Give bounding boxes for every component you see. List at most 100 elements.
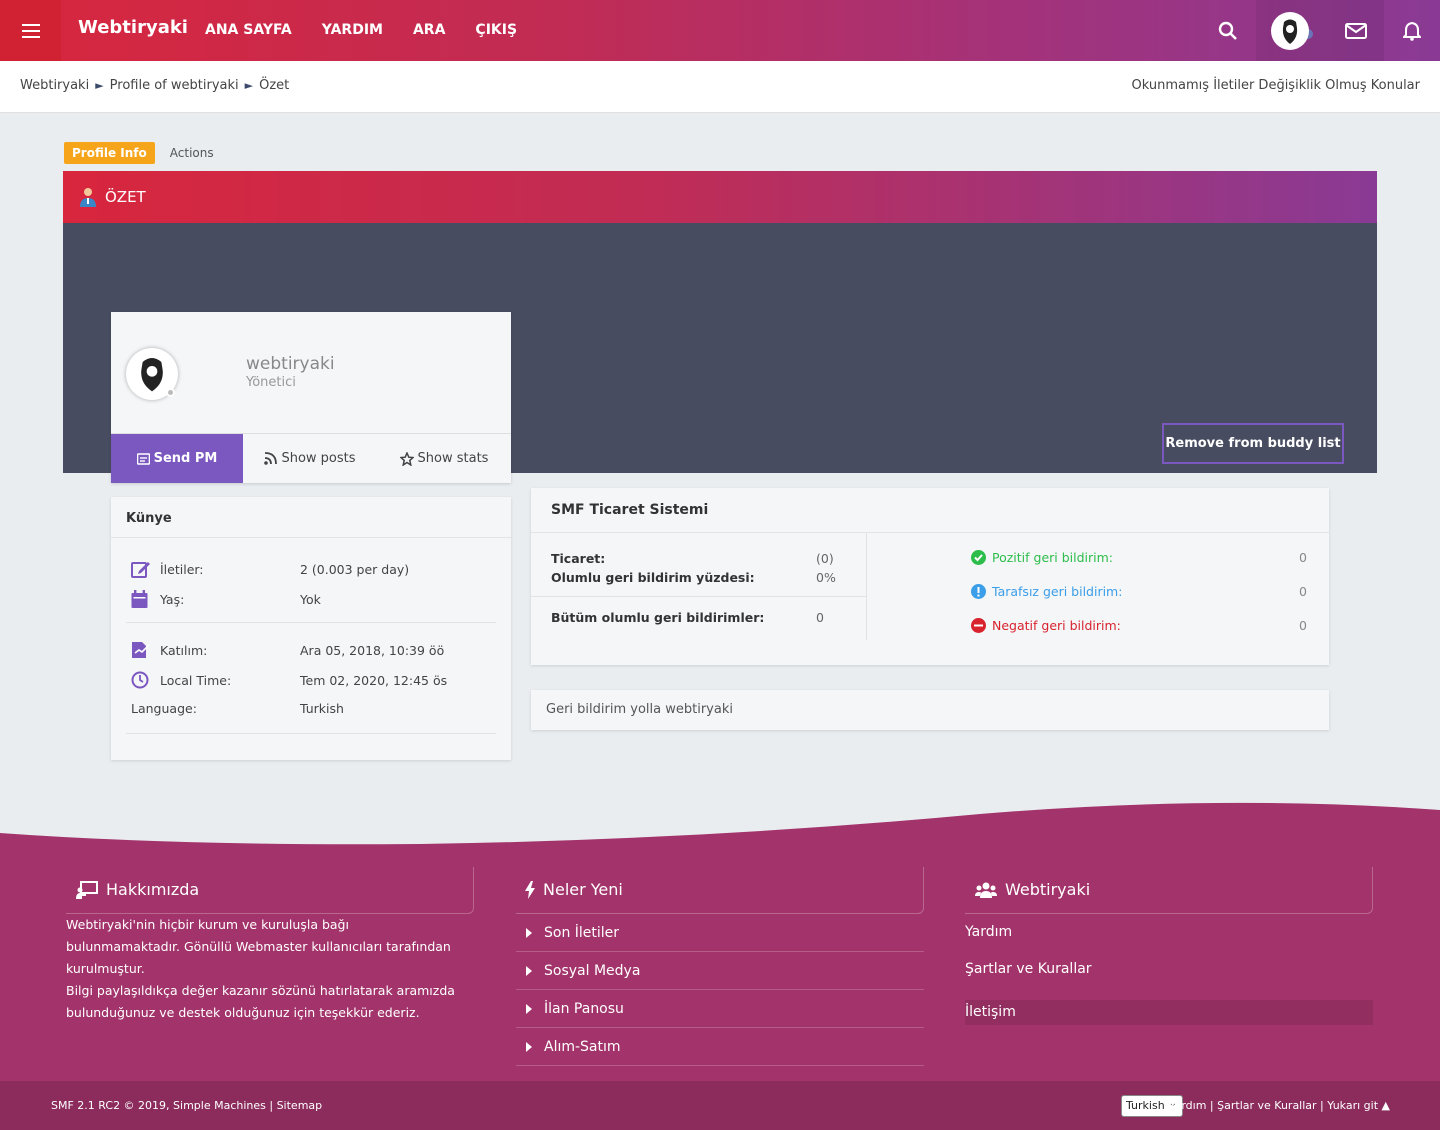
edit-icon xyxy=(131,562,150,578)
nav-search[interactable]: ARA xyxy=(398,0,460,61)
footer-link-label: Son İletiler xyxy=(544,924,620,941)
breadcrumb: Webtiryaki ► Profile of webtiryaki ► Özet xyxy=(20,78,289,93)
trade-panel: SMF Ticaret Sistemi Ticaret: (0) Olumlu … xyxy=(531,488,1329,665)
bolt-icon xyxy=(525,880,535,899)
footer-about-label: Hakkımızda xyxy=(106,880,200,899)
top-bar: Webtiryaki ANA SAYFA YARDIM ARA ÇIKIŞ xyxy=(0,0,1440,61)
nav-help[interactable]: YARDIM xyxy=(307,0,398,61)
trade-label: Ticaret: xyxy=(551,551,606,566)
mail-icon xyxy=(1345,22,1367,39)
footer-about-title: Hakkımızda xyxy=(76,880,199,899)
envelope-icon xyxy=(136,452,150,465)
messages-button[interactable] xyxy=(1328,0,1384,61)
rss-icon xyxy=(264,452,278,465)
nav-logout[interactable]: ÇIKIŞ xyxy=(460,0,532,61)
profile-username: webtiryaki xyxy=(246,354,335,374)
tab-actions[interactable]: Actions xyxy=(170,146,214,160)
chalkboard-icon xyxy=(76,880,98,899)
kunye-label: İletiler: xyxy=(160,561,204,577)
divider xyxy=(531,596,866,597)
show-posts-label: Show posts xyxy=(281,451,356,466)
breadcrumb-current[interactable]: Özet xyxy=(259,78,289,93)
kunye-panel: Künye İletiler: 2 (0.003 per day) Yaş: Y… xyxy=(111,497,511,760)
caret-right-icon xyxy=(526,927,532,938)
kunye-label: Katılım: xyxy=(160,642,208,658)
signup-icon xyxy=(132,642,150,658)
send-pm-label: Send PM xyxy=(153,451,218,466)
neutral-feedback-value: 0 xyxy=(1299,584,1307,599)
section-title: ÖZET xyxy=(105,188,146,206)
show-posts-button[interactable]: Show posts xyxy=(243,434,377,483)
caret-right-icon xyxy=(526,1041,532,1052)
footer-link-ads[interactable]: İlan Panosu xyxy=(516,990,924,1028)
footer-link-label: İlan Panosu xyxy=(544,1000,624,1017)
positive-percent-label: Olumlu geri bildirim yüzdesi: xyxy=(551,570,755,585)
search-icon xyxy=(1218,21,1237,40)
footer-link-highlight xyxy=(965,1000,1373,1025)
footer-link-help[interactable]: Yardım xyxy=(965,924,1012,940)
user-icon xyxy=(80,188,96,207)
footer-link-recent[interactable]: Son İletiler xyxy=(516,914,924,952)
neutral-feedback-label: Tarafsız geri bildirim: xyxy=(992,584,1123,599)
footer-link-label: Alım-Satım xyxy=(544,1038,621,1055)
kunye-value: Turkish xyxy=(300,701,344,716)
breadcrumb-profile[interactable]: Profile of webtiryaki xyxy=(110,78,239,93)
footer-link-trade[interactable]: Alım-Satım xyxy=(516,1028,924,1066)
kunye-value: Yok xyxy=(300,591,321,607)
footer-about-text-1: Webtiryaki'nin hiçbir kurum ve kuruluşla… xyxy=(66,917,451,976)
kunye-row-language: Language: Turkish xyxy=(131,701,344,716)
menu-button[interactable] xyxy=(0,0,61,61)
footer-about-text-2: Bilgi paylaşıldıkça değer kazanır sözünü… xyxy=(66,983,455,1020)
copyright[interactable]: SMF 2.1 RC2 © 2019, Simple Machines | Si… xyxy=(51,1099,322,1112)
profile-actions: Send PM Show posts Show stats xyxy=(111,433,511,483)
remove-buddy-button[interactable]: Remove from buddy list xyxy=(1162,423,1344,464)
send-feedback-link[interactable]: Geri bildirim yolla webtiryaki xyxy=(531,690,1329,730)
main-nav: ANA SAYFA YARDIM ARA ÇIKIŞ xyxy=(190,0,532,61)
section-header: ÖZET xyxy=(63,171,1377,223)
clock-icon xyxy=(131,671,149,689)
info-circle-icon xyxy=(971,584,986,599)
breadcrumb-separator-icon: ► xyxy=(95,79,104,92)
tab-profile-info[interactable]: Profile Info xyxy=(64,142,155,164)
footer-link-label: Sosyal Medya xyxy=(544,962,641,979)
trade-value: (0) xyxy=(816,551,834,566)
positive-feedback-value: 0 xyxy=(1299,550,1307,565)
check-circle-icon xyxy=(971,550,986,565)
unread-links[interactable]: Okunmamış İletiler Değişiklik Olmuş Konu… xyxy=(1132,78,1420,93)
send-pm-button[interactable]: Send PM xyxy=(111,434,243,483)
footer-site-label: Webtiryaki xyxy=(1005,880,1091,899)
kunye-row-localtime: Local Time: Tem 02, 2020, 12:45 ös xyxy=(131,671,447,689)
user-menu-button[interactable] xyxy=(1256,0,1328,61)
caret-right-icon xyxy=(526,965,532,976)
bearded-man-icon xyxy=(1282,19,1298,44)
brand-logo[interactable]: Webtiryaki xyxy=(78,17,188,38)
search-button[interactable] xyxy=(1200,0,1256,61)
breadcrumb-separator-icon: ► xyxy=(244,79,254,92)
kunye-row-posts: İletiler: 2 (0.003 per day) xyxy=(131,560,409,578)
kunye-value: Ara 05, 2018, 10:39 öö xyxy=(300,642,445,658)
bottom-links[interactable]: Yardım | Şartlar ve Kurallar | Yukarı gi… xyxy=(1169,1099,1390,1112)
footer-site-title: Webtiryaki xyxy=(975,880,1090,899)
footer-link-rules[interactable]: Şartlar ve Kurallar xyxy=(965,961,1092,977)
footer-link-social[interactable]: Sosyal Medya xyxy=(516,952,924,990)
footer-new-label: Neler Yeni xyxy=(543,880,623,899)
nav-home[interactable]: ANA SAYFA xyxy=(190,0,307,61)
breadcrumb-bar: Webtiryaki ► Profile of webtiryaki ► Özet Ok… xyxy=(0,61,1440,113)
footer-link-contact[interactable]: İletişim xyxy=(965,1004,1016,1020)
notifications-button[interactable] xyxy=(1384,0,1440,61)
show-stats-button[interactable]: Show stats xyxy=(377,434,511,483)
divider xyxy=(866,533,867,640)
minus-circle-icon xyxy=(971,618,986,633)
show-stats-label: Show stats xyxy=(417,451,489,466)
breadcrumb-home[interactable]: Webtiryaki xyxy=(20,78,89,93)
negative-feedback: Negatif geri bildirim: xyxy=(971,618,1121,633)
neutral-feedback: Tarafsız geri bildirim: xyxy=(971,584,1122,599)
profile-card: webtiryaki Yönetici Send PM Show posts S… xyxy=(111,312,511,483)
offline-status-dot xyxy=(166,388,175,397)
all-positive-label: Bütüm olumlu geri bildirimler: xyxy=(551,610,765,625)
kunye-row-age: Yaş: Yok xyxy=(131,590,321,608)
bell-icon xyxy=(1403,21,1421,41)
positive-feedback-label: Pozitif geri bildirim: xyxy=(992,550,1114,565)
kunye-row-joined: Katılım: Ara 05, 2018, 10:39 öö xyxy=(131,641,444,659)
users-icon xyxy=(975,882,997,898)
